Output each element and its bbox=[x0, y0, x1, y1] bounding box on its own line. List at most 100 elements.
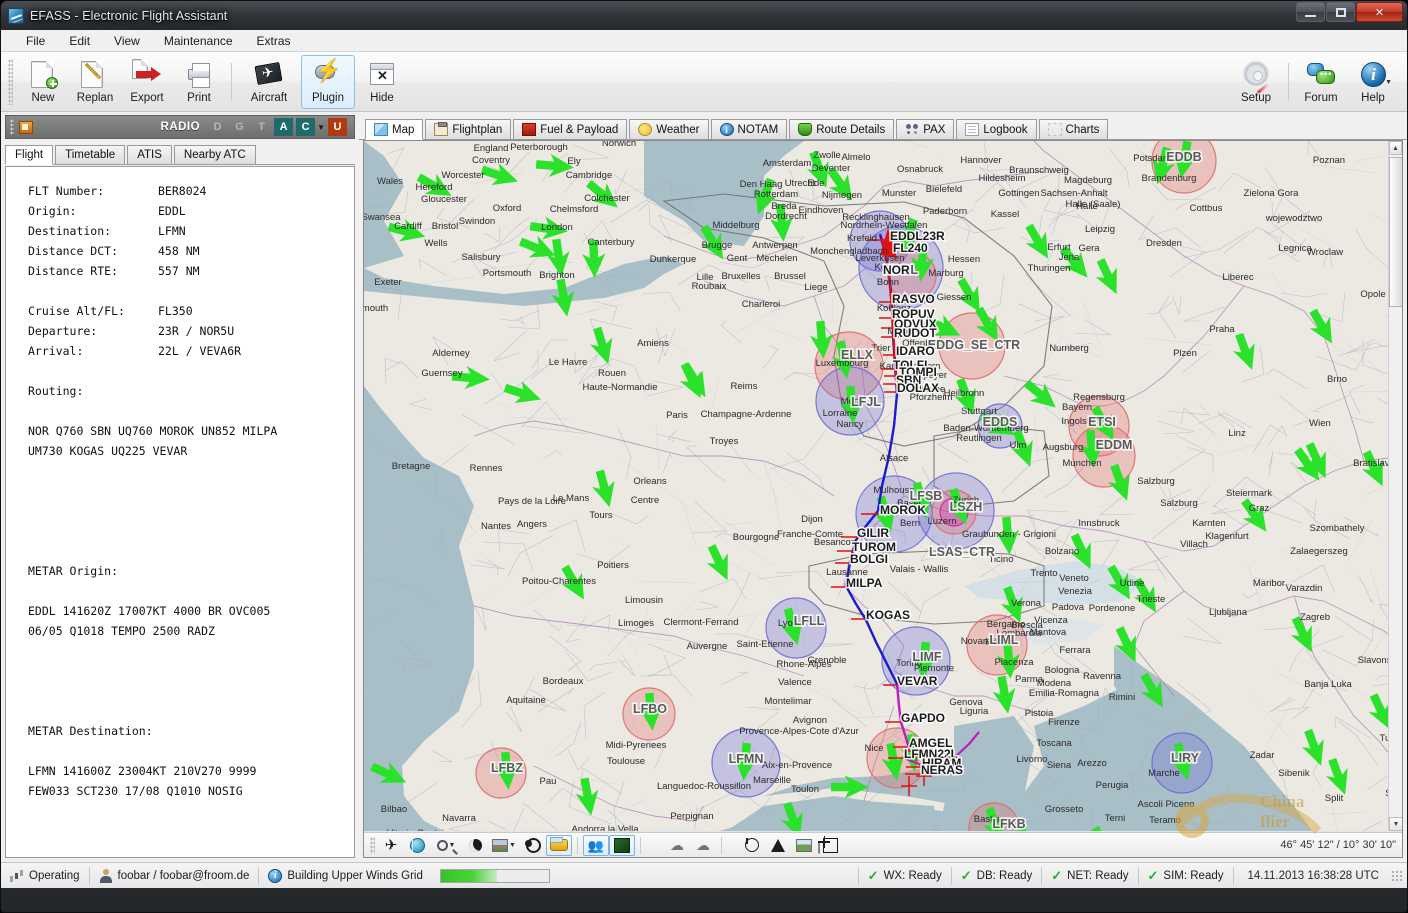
menu-item-file[interactable]: File bbox=[15, 31, 56, 51]
scroll-thumb[interactable] bbox=[1389, 157, 1402, 307]
terrain-icon[interactable]: ▼ bbox=[488, 835, 520, 856]
hide-button[interactable]: Hide bbox=[357, 55, 407, 109]
radio-toolbar-grip[interactable] bbox=[10, 119, 14, 135]
map-container: Norwich Peterborough Coventry Ely Worcester C… bbox=[363, 140, 1403, 858]
scroll-down-button[interactable]: ▼ bbox=[1389, 817, 1402, 831]
export-button[interactable]: Export bbox=[122, 55, 172, 109]
city-label: Norwich bbox=[602, 141, 636, 149]
city-label: Poitou-Charentes bbox=[522, 576, 596, 587]
help-button[interactable]: i ▼ Help bbox=[1348, 55, 1398, 109]
radio-button-g[interactable]: G bbox=[230, 118, 249, 136]
tab-fuel-payload-label: Fuel & Payload bbox=[540, 123, 619, 136]
toolbar-separator-2 bbox=[1288, 62, 1289, 101]
help-button-label: Help bbox=[1361, 91, 1385, 104]
city-label: Amsterdam bbox=[763, 158, 812, 169]
map-vertical-scrollbar[interactable]: ▲ ▼ bbox=[1388, 141, 1402, 831]
tab-atis[interactable]: ATIS bbox=[127, 145, 172, 164]
waypoint-label: MOROK bbox=[880, 503, 926, 517]
radar-icon[interactable] bbox=[520, 835, 546, 856]
setup-button-label: Setup bbox=[1240, 91, 1272, 104]
tab-charts[interactable]: Charts bbox=[1038, 119, 1109, 139]
tab-pax[interactable]: PAX bbox=[896, 119, 955, 139]
user-icon bbox=[99, 868, 113, 883]
tab-flight[interactable]: Flight bbox=[5, 145, 54, 165]
tab-logbook[interactable]: Logbook bbox=[956, 119, 1037, 139]
airport-label: ELLX bbox=[841, 348, 874, 362]
print-button[interactable]: Print bbox=[174, 55, 224, 109]
city-label: Trento bbox=[1030, 568, 1057, 579]
city-label: Pistoia bbox=[1025, 708, 1054, 719]
tab-nearby-atc[interactable]: Nearby ATC bbox=[173, 145, 256, 164]
toolbar-separator-1 bbox=[231, 62, 232, 101]
triangle-icon[interactable] bbox=[760, 835, 791, 856]
radio-button-u[interactable]: U bbox=[328, 118, 347, 136]
minimize-button[interactable] bbox=[1296, 2, 1325, 22]
forum-button[interactable]: Forum bbox=[1296, 55, 1346, 109]
tab-flightplan[interactable]: Flightplan bbox=[425, 119, 512, 139]
maximize-button[interactable] bbox=[1326, 2, 1355, 22]
scroll-up-button[interactable]: ▲ bbox=[1389, 141, 1402, 155]
terrain-profile-icon[interactable] bbox=[791, 835, 817, 856]
tab-route-details[interactable]: Route Details bbox=[789, 119, 895, 139]
globe-icon[interactable] bbox=[404, 835, 430, 856]
city-label: Dijon bbox=[801, 514, 823, 525]
tab-map[interactable]: Map bbox=[365, 119, 424, 140]
map-canvas[interactable]: Norwich Peterborough Coventry Ely Worcester C… bbox=[364, 141, 1388, 831]
fuel-can-icon bbox=[522, 123, 537, 136]
menu-item-extras[interactable]: Extras bbox=[246, 31, 302, 51]
setup-button[interactable]: Setup bbox=[1231, 55, 1281, 109]
city-label: Zenica bbox=[1365, 830, 1388, 831]
radio-button-t[interactable]: T bbox=[252, 118, 271, 136]
grid-icon[interactable] bbox=[817, 835, 843, 856]
window-resize-grip[interactable] bbox=[1391, 869, 1403, 882]
wind-cloud-icon[interactable]: ☁ bbox=[664, 835, 690, 856]
radio-panel-icon[interactable] bbox=[19, 120, 33, 134]
plugin-button[interactable]: ⚡ Plugin bbox=[301, 54, 355, 109]
city-label: Zielona Gora bbox=[1244, 188, 1300, 199]
replan-button[interactable]: Replan bbox=[70, 55, 120, 109]
taxi-icon[interactable] bbox=[546, 834, 572, 856]
speech-bubbles-icon bbox=[1305, 59, 1337, 90]
menu-item-maintenance[interactable]: Maintenance bbox=[153, 31, 244, 51]
menu-item-view[interactable]: View bbox=[103, 31, 151, 51]
tab-notam[interactable]: i NOTAM bbox=[710, 119, 788, 139]
plane-icon[interactable]: ✈ bbox=[378, 835, 404, 856]
people-icon[interactable]: 👥 bbox=[583, 834, 609, 856]
sun-weather-icon bbox=[638, 123, 653, 136]
magnifier-icon[interactable]: ▼ bbox=[430, 835, 462, 856]
city-label: Terni bbox=[1105, 813, 1126, 824]
tab-charts-label: Charts bbox=[1065, 123, 1100, 136]
tab-fuel-payload[interactable]: Fuel & Payload bbox=[513, 119, 628, 139]
storm-cloud-icon[interactable]: ☁ bbox=[690, 835, 716, 856]
city-label: Hessen bbox=[948, 254, 980, 265]
menu-item-edit[interactable]: Edit bbox=[58, 31, 101, 51]
toolbar-grip[interactable] bbox=[8, 58, 13, 105]
map-toolbar-grip[interactable] bbox=[370, 836, 375, 854]
city-label: Pordenone bbox=[1089, 603, 1135, 614]
title-bar: EFASS - Electronic Flight Assistant ✕ bbox=[1, 1, 1407, 30]
tab-weather[interactable]: Weather bbox=[629, 119, 709, 139]
radio-button-a[interactable]: A bbox=[274, 118, 294, 136]
city-label: Marburg bbox=[928, 268, 963, 279]
city-label: Marche bbox=[1148, 768, 1180, 779]
chevron-down-icon[interactable]: ▼ bbox=[317, 123, 325, 132]
window-controls: ✕ bbox=[1296, 2, 1403, 22]
city-label: Alsace bbox=[880, 453, 909, 464]
radio-button-c[interactable]: C bbox=[296, 118, 316, 136]
city-label: Bolzano bbox=[1045, 546, 1079, 557]
tab-timetable[interactable]: Timetable bbox=[55, 145, 126, 164]
status-clock: 14.11.2013 16:38:28 UTC bbox=[1247, 869, 1380, 882]
aircraft-button[interactable]: Aircraft bbox=[239, 55, 299, 109]
moon-icon[interactable] bbox=[462, 835, 488, 856]
close-button[interactable]: ✕ bbox=[1356, 2, 1403, 22]
city-label: Ulm bbox=[1010, 440, 1027, 451]
city-label: Toscana bbox=[1036, 738, 1072, 749]
airport-label: LFSB bbox=[910, 489, 943, 503]
map-toolbar-separator-3 bbox=[721, 836, 722, 854]
radio-button-d[interactable]: D bbox=[208, 118, 227, 136]
new-button[interactable]: New bbox=[18, 55, 68, 109]
city-label: Canterbury bbox=[588, 237, 635, 248]
city-label: Colchester bbox=[584, 193, 629, 204]
city-label: Saint-Etienne bbox=[736, 639, 793, 650]
green-square-icon[interactable] bbox=[609, 834, 635, 856]
